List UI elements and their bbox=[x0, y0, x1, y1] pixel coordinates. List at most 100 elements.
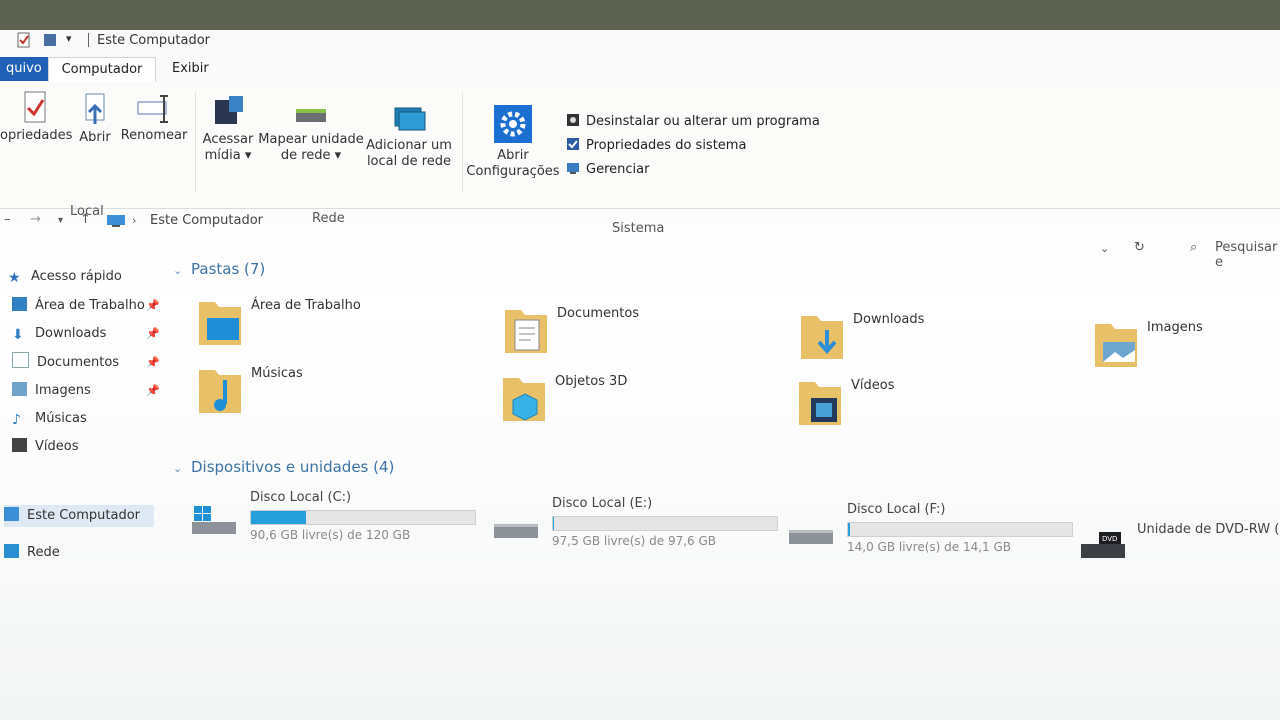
properties-label: opriedades bbox=[0, 128, 73, 143]
open-settings-label-1: Abrir bbox=[497, 148, 529, 163]
computer-icon bbox=[107, 215, 125, 227]
manage-icon bbox=[567, 163, 579, 174]
sidebar-item-desktop[interactable]: Área de Trabalho bbox=[12, 295, 145, 317]
address-bar: – → ▾ ↑ › Este Computador ⌄ ↻ ⌕ Pesquisa… bbox=[0, 208, 1280, 270]
network-icon bbox=[4, 544, 19, 558]
sidebar-label: Músicas bbox=[35, 411, 87, 426]
section-header-devices[interactable]: ⌄ Dispositivos e unidades (4) bbox=[173, 458, 394, 476]
add-location-label-1: Adicionar um bbox=[366, 138, 452, 153]
section-title: Dispositivos e unidades (4) bbox=[191, 458, 395, 476]
rename-button[interactable]: Renomear bbox=[120, 94, 188, 144]
drive-usage-bar bbox=[847, 522, 1073, 537]
qa-dropdown-icon[interactable]: ▾ bbox=[66, 32, 82, 48]
folder-name: Documentos bbox=[557, 306, 640, 321]
gear-icon bbox=[494, 105, 532, 143]
pin-icon[interactable]: 📌 bbox=[146, 384, 160, 397]
properties-button[interactable]: opriedades bbox=[0, 90, 73, 144]
chevron-down-icon[interactable]: ⌄ bbox=[1100, 242, 1109, 255]
add-network-location-button[interactable]: Adicionar um local de rede bbox=[364, 104, 454, 170]
title-separator bbox=[88, 33, 89, 47]
chevron-down-icon: ⌄ bbox=[173, 462, 183, 475]
folder-music[interactable]: Músicas bbox=[197, 362, 497, 426]
tab-view[interactable]: Exibir bbox=[164, 57, 217, 81]
sidebar-item-downloads[interactable]: ⬇ Downloads bbox=[12, 323, 106, 345]
up-arrow-icon[interactable]: ↑ bbox=[80, 212, 91, 227]
3d-objects-folder-icon bbox=[503, 378, 545, 421]
manage-button[interactable]: Gerenciar bbox=[566, 160, 649, 180]
system-properties-button[interactable]: Propriedades do sistema bbox=[566, 136, 746, 156]
search-icon: ⌕ bbox=[1190, 240, 1198, 255]
title-bar: ▾ Este Computador bbox=[0, 30, 1280, 54]
new-folder-icon[interactable] bbox=[42, 32, 58, 48]
network-drive-icon bbox=[296, 109, 326, 122]
video-icon bbox=[12, 438, 27, 452]
folder-pictures[interactable]: Imagens bbox=[1093, 316, 1273, 380]
drive-usage-bar bbox=[552, 516, 778, 531]
properties-icon[interactable] bbox=[16, 32, 32, 48]
sidebar-item-network[interactable]: Rede bbox=[4, 542, 60, 564]
uninstall-label: Desinstalar ou alterar um programa bbox=[586, 114, 820, 129]
pin-icon[interactable]: 📌 bbox=[146, 327, 160, 340]
breadcrumb[interactable]: Este Computador bbox=[150, 213, 263, 228]
music-note-icon: ♪ bbox=[12, 412, 21, 428]
ribbon-separator bbox=[195, 92, 196, 192]
open-button[interactable]: Abrir bbox=[74, 92, 116, 146]
download-icon: ⬇ bbox=[12, 327, 24, 343]
open-icon bbox=[85, 93, 105, 124]
drive-g-dvd[interactable]: DVD Unidade de DVD-RW (G:) bbox=[1079, 514, 1280, 574]
drive-f[interactable]: Disco Local (F:) 14,0 GB livre(s) de 14,… bbox=[787, 500, 1073, 560]
breadcrumb-chevron-icon: › bbox=[132, 214, 137, 227]
sidebar-label: Imagens bbox=[35, 383, 91, 398]
tab-computer[interactable]: Computador bbox=[48, 57, 156, 82]
sidebar-label: Acesso rápido bbox=[31, 269, 122, 284]
properties-icon bbox=[24, 91, 46, 123]
folder-name: Imagens bbox=[1147, 320, 1203, 335]
system-properties-icon bbox=[567, 138, 579, 150]
access-media-label-1: Acessar bbox=[202, 132, 254, 147]
drive-e[interactable]: Disco Local (E:) 97,5 GB livre(s) de 97,… bbox=[492, 494, 778, 554]
folder-videos[interactable]: Vídeos bbox=[797, 374, 1097, 438]
pictures-folder-icon bbox=[1095, 324, 1137, 367]
forward-icon[interactable]: → bbox=[30, 212, 41, 227]
section-header-folders[interactable]: ⌄ Pastas (7) bbox=[173, 260, 265, 278]
add-location-label-2: local de rede bbox=[366, 154, 452, 169]
map-drive-button[interactable]: Mapear unidade de rede ▾ bbox=[256, 104, 366, 164]
folder-documents[interactable]: Documentos bbox=[503, 302, 803, 366]
document-icon bbox=[12, 352, 29, 368]
tab-file[interactable]: quivo bbox=[0, 57, 48, 81]
open-label: Abrir bbox=[79, 130, 111, 145]
drive-usage-fill bbox=[848, 523, 850, 536]
refresh-icon[interactable]: ↻ bbox=[1134, 240, 1145, 255]
sidebar-item-pictures[interactable]: Imagens bbox=[12, 380, 91, 402]
drive-c[interactable]: Disco Local (C:) 90,6 GB livre(s) de 120… bbox=[190, 488, 476, 548]
content-pane: ⌄ Pastas (7) Área de Trabalho Documentos … bbox=[165, 258, 1280, 718]
dvd-drive-icon: DVD bbox=[1081, 532, 1125, 558]
open-settings-button[interactable]: Abrir Configurações bbox=[466, 104, 560, 180]
desktop-icon bbox=[12, 297, 27, 311]
sidebar-label: Área de Trabalho bbox=[35, 298, 145, 313]
access-media-button[interactable]: Acessar mídia ▾ bbox=[200, 94, 256, 164]
ribbon-separator bbox=[462, 92, 463, 192]
pin-icon[interactable]: 📌 bbox=[146, 356, 160, 369]
drive-usage-fill bbox=[251, 511, 306, 524]
sidebar-item-quick-access[interactable]: ★ Acesso rápido bbox=[8, 266, 122, 288]
sidebar-item-this-pc[interactable]: Este Computador bbox=[4, 505, 154, 527]
rename-label: Renomear bbox=[120, 128, 188, 143]
drive-name: Disco Local (F:) bbox=[847, 502, 946, 517]
sidebar-item-music[interactable]: ♪ Músicas bbox=[12, 408, 87, 430]
sidebar-item-documents[interactable]: Documentos bbox=[12, 352, 119, 374]
sidebar-label: Documentos bbox=[37, 355, 120, 370]
sidebar-item-videos[interactable]: Vídeos bbox=[12, 436, 78, 458]
hard-drive-icon bbox=[789, 530, 833, 544]
uninstall-program-button[interactable]: Desinstalar ou alterar um programa bbox=[566, 112, 820, 132]
folder-desktop[interactable]: Área de Trabalho bbox=[197, 294, 497, 358]
map-drive-label-1: Mapear unidade bbox=[258, 132, 364, 147]
sidebar-label: Downloads bbox=[35, 326, 107, 341]
recent-dropdown-icon[interactable]: ▾ bbox=[58, 215, 63, 226]
folder-downloads[interactable]: Downloads bbox=[799, 308, 1099, 372]
rename-icon bbox=[137, 95, 168, 123]
folder-3d-objects[interactable]: Objetos 3D bbox=[501, 370, 801, 434]
drive-name: Disco Local (C:) bbox=[250, 490, 352, 505]
back-icon[interactable]: – bbox=[4, 212, 11, 227]
pin-icon[interactable]: 📌 bbox=[146, 299, 160, 312]
